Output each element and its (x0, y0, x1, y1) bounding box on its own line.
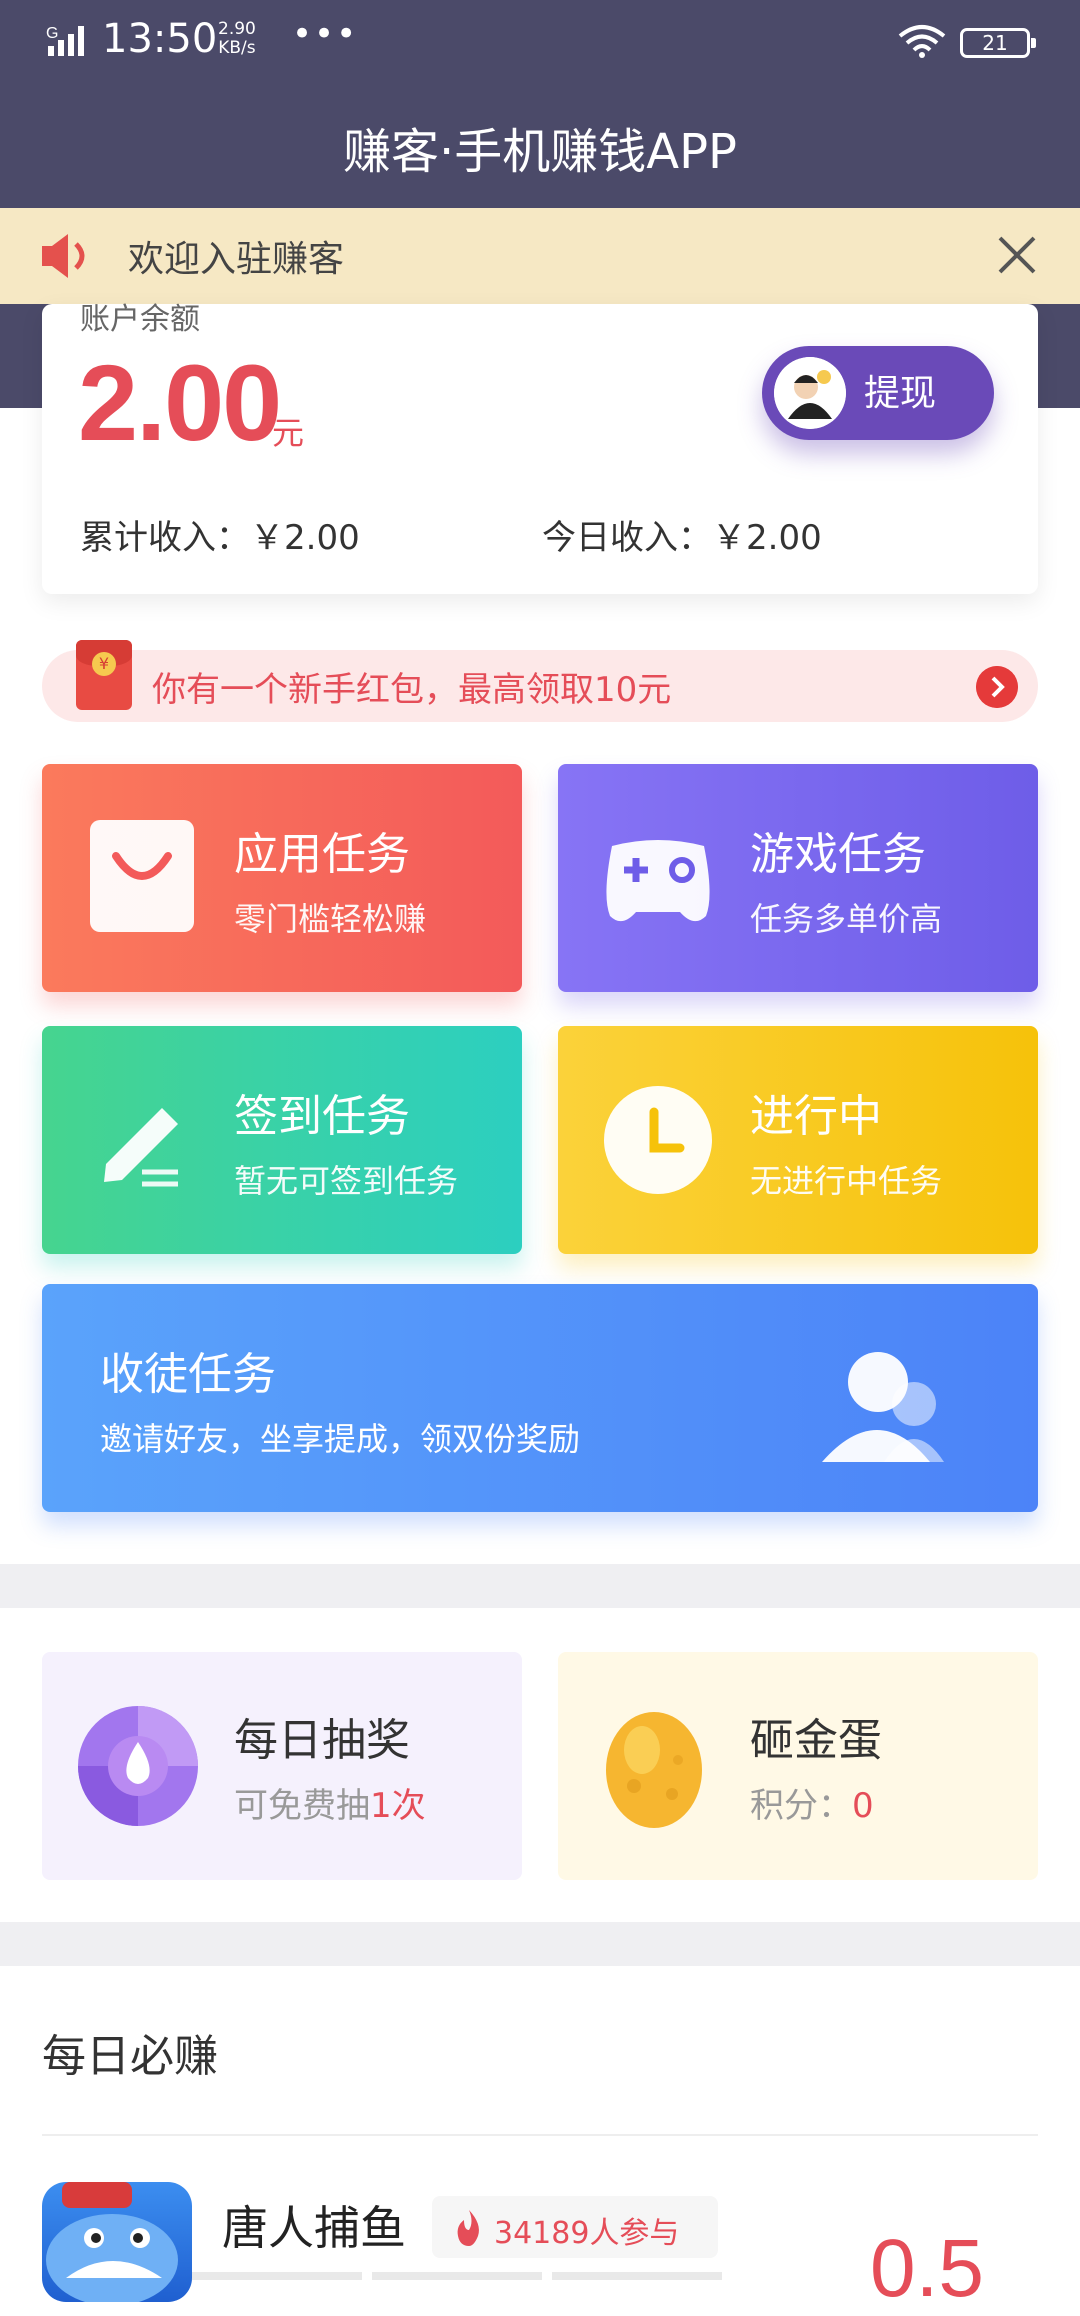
shark-icon (46, 2182, 178, 2302)
lottery-wheel-icon (78, 1706, 198, 1826)
signal-icon: G (46, 25, 84, 56)
checkin-task-card[interactable]: 签到任务 暂无可签到任务 (42, 1026, 522, 1254)
lottery-sub-prefix: 可免费抽 (234, 1786, 370, 1826)
balance-value: 2.00 (78, 342, 282, 463)
close-icon[interactable] (996, 234, 1038, 276)
today-income: 今日收入：￥2.00 (542, 518, 822, 558)
page-title: 赚客·手机赚钱APP (343, 124, 737, 180)
clock-icon (604, 1086, 712, 1194)
svg-text:G: G (46, 25, 58, 42)
balance-unit: 元 (272, 414, 305, 452)
section-divider (0, 1922, 1080, 1966)
egg-sub-prefix: 积分： (750, 1786, 852, 1826)
lottery-subtitle: 可免费抽1次 (234, 1778, 426, 1827)
app-task-subtitle: 零门槛轻松赚 (234, 900, 427, 938)
withdraw-button[interactable]: 提现 (762, 346, 994, 440)
app-task-card[interactable]: 应用任务 零门槛轻松赚 (42, 764, 522, 992)
app-task-title: 应用任务 (234, 829, 410, 880)
section-line (42, 2134, 1038, 2136)
game-reward: 0.5 (870, 2223, 984, 2314)
checkin-task-subtitle: 暂无可签到任务 (234, 1162, 459, 1200)
participants-suffix: 人参与 (589, 2216, 680, 2251)
shopping-bag-icon (90, 820, 194, 932)
invite-task-title: 收徒任务 (100, 1349, 276, 1400)
network-speed-unit: KB/s (218, 38, 256, 58)
notice-bar[interactable]: 欢迎入驻赚客 (0, 208, 1080, 304)
fire-icon (457, 2210, 479, 2246)
golden-egg-card[interactable]: 砸金蛋 积分：0 (558, 1652, 1038, 1880)
in-progress-title: 进行中 (750, 1091, 882, 1142)
game-tags-strip (192, 2272, 722, 2280)
network-speed-value: 2.90 (218, 19, 256, 39)
game-task-subtitle: 任务多单价高 (750, 900, 943, 938)
red-packet-banner[interactable]: ¥ 你有一个新手红包，最高领取10元 (42, 640, 1038, 722)
daily-lottery-card[interactable]: 每日抽奖 可免费抽1次 (42, 1652, 522, 1880)
egg-title: 砸金蛋 (750, 1715, 882, 1766)
withdraw-label: 提现 (864, 373, 937, 414)
balance-label: 账户余额 (80, 302, 200, 337)
gamepad-icon (606, 840, 710, 922)
in-progress-subtitle: 无进行中任务 (750, 1162, 943, 1200)
status-bar: G 13:50 2.90 KB/s ••• 21 (0, 0, 1080, 84)
daily-section-title: 每日必赚 (42, 2031, 218, 2082)
total-income: 累计收入：￥2.00 (80, 518, 360, 558)
pencil-icon (104, 1108, 178, 1187)
withdraw-avatar (774, 357, 846, 429)
battery-level: 21 (982, 31, 1008, 55)
game-task-title: 游戏任务 (750, 829, 926, 880)
wifi-icon (898, 25, 946, 58)
network-speed: 2.90 KB/s (218, 20, 256, 58)
egg-points: 0 (852, 1786, 874, 1826)
red-packet-text: 你有一个新手红包，最高领取10元 (152, 670, 672, 710)
user-icon (822, 1352, 944, 1462)
battery-icon: 21 (960, 28, 1036, 58)
in-progress-task-card[interactable]: 进行中 无进行中任务 (558, 1026, 1038, 1254)
lottery-title: 每日抽奖 (234, 1715, 410, 1766)
game-app-icon[interactable] (42, 2182, 192, 2302)
game-task-card[interactable]: 游戏任务 任务多单价高 (558, 764, 1038, 992)
red-packet-yen: ¥ (92, 652, 116, 676)
red-packet-icon: ¥ (76, 640, 132, 710)
lottery-count: 1次 (370, 1786, 426, 1826)
participants-badge: 34189人参与 (432, 2196, 718, 2258)
invite-task-card[interactable]: 收徒任务 邀请好友，坐享提成，领双份奖励 (42, 1284, 1038, 1512)
invite-task-subtitle: 邀请好友，坐享提成，领双份奖励 (100, 1420, 581, 1458)
speaker-icon (42, 234, 85, 278)
notice-text: 欢迎入驻赚客 (128, 239, 345, 280)
balance-card: 账户余额 2.00 元 提现 累计收入：￥2.00 今日收入：￥2.00 (42, 302, 1038, 594)
golden-egg-icon (606, 1712, 702, 1828)
participants-number: 34189 (494, 2216, 590, 2251)
chevron-right-icon (976, 666, 1018, 708)
checkin-task-title: 签到任务 (234, 1091, 410, 1142)
character-icon (774, 357, 846, 429)
more-notifications-icon: ••• (292, 14, 359, 54)
section-divider (0, 1564, 1080, 1608)
egg-subtitle: 积分：0 (750, 1778, 874, 1827)
game-name[interactable]: 唐人捕鱼 (222, 2192, 406, 2258)
status-time: 13:50 (102, 16, 218, 62)
participants-count: 34189人参与 (494, 2208, 679, 2252)
